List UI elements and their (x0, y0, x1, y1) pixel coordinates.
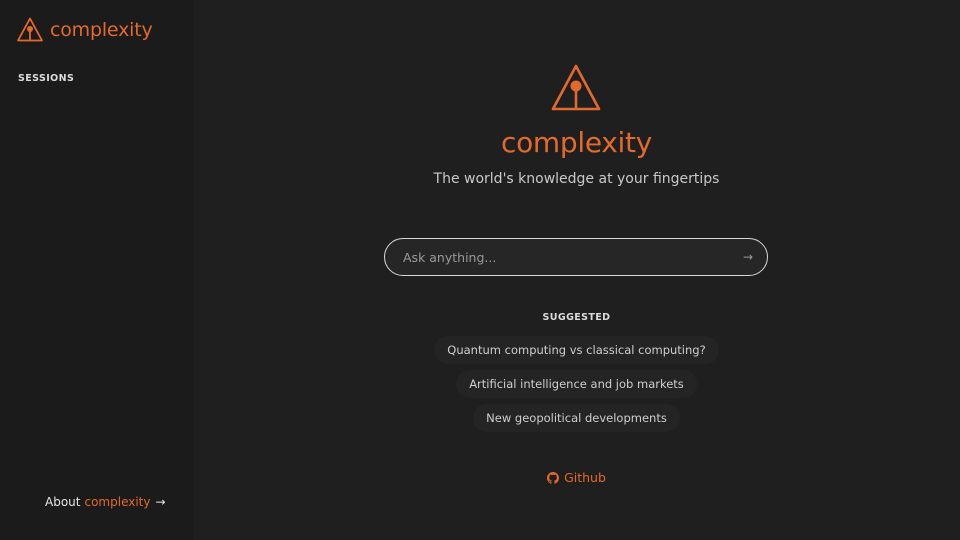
suggested-heading: SUGGESTED (542, 312, 611, 323)
arrow-right-icon[interactable]: → (731, 240, 765, 274)
triangle-pin-logo-icon (16, 16, 44, 44)
suggestion-list: Quantum computing vs classical computing… (193, 336, 960, 438)
github-label: Github (564, 470, 606, 485)
search-bar: → (384, 238, 768, 276)
github-icon (547, 471, 564, 484)
github-link[interactable]: Github (193, 470, 960, 485)
page-title: complexity (501, 126, 652, 159)
arrow-right-icon: → (155, 495, 166, 509)
suggestion-chip[interactable]: Quantum computing vs classical computing… (434, 336, 719, 364)
suggestion-chip[interactable]: New geopolitical developments (473, 404, 680, 432)
about-brand: complexity (84, 495, 151, 509)
sessions-heading: SESSIONS (18, 73, 75, 84)
sidebar-brand-name: complexity (50, 19, 153, 41)
sidebar: complexity SESSIONS About complexity → (0, 0, 193, 540)
about-link[interactable]: About complexity → (45, 495, 166, 509)
triangle-pin-logo-icon (550, 62, 602, 114)
search-input[interactable] (385, 239, 731, 275)
sidebar-brand-link[interactable]: complexity (16, 16, 153, 44)
suggestion-chip[interactable]: Artificial intelligence and job markets (456, 370, 697, 398)
tagline: The world's knowledge at your fingertips (433, 171, 720, 187)
main-panel: complexity The world's knowledge at your… (193, 0, 960, 540)
about-prefix: About (45, 495, 81, 509)
